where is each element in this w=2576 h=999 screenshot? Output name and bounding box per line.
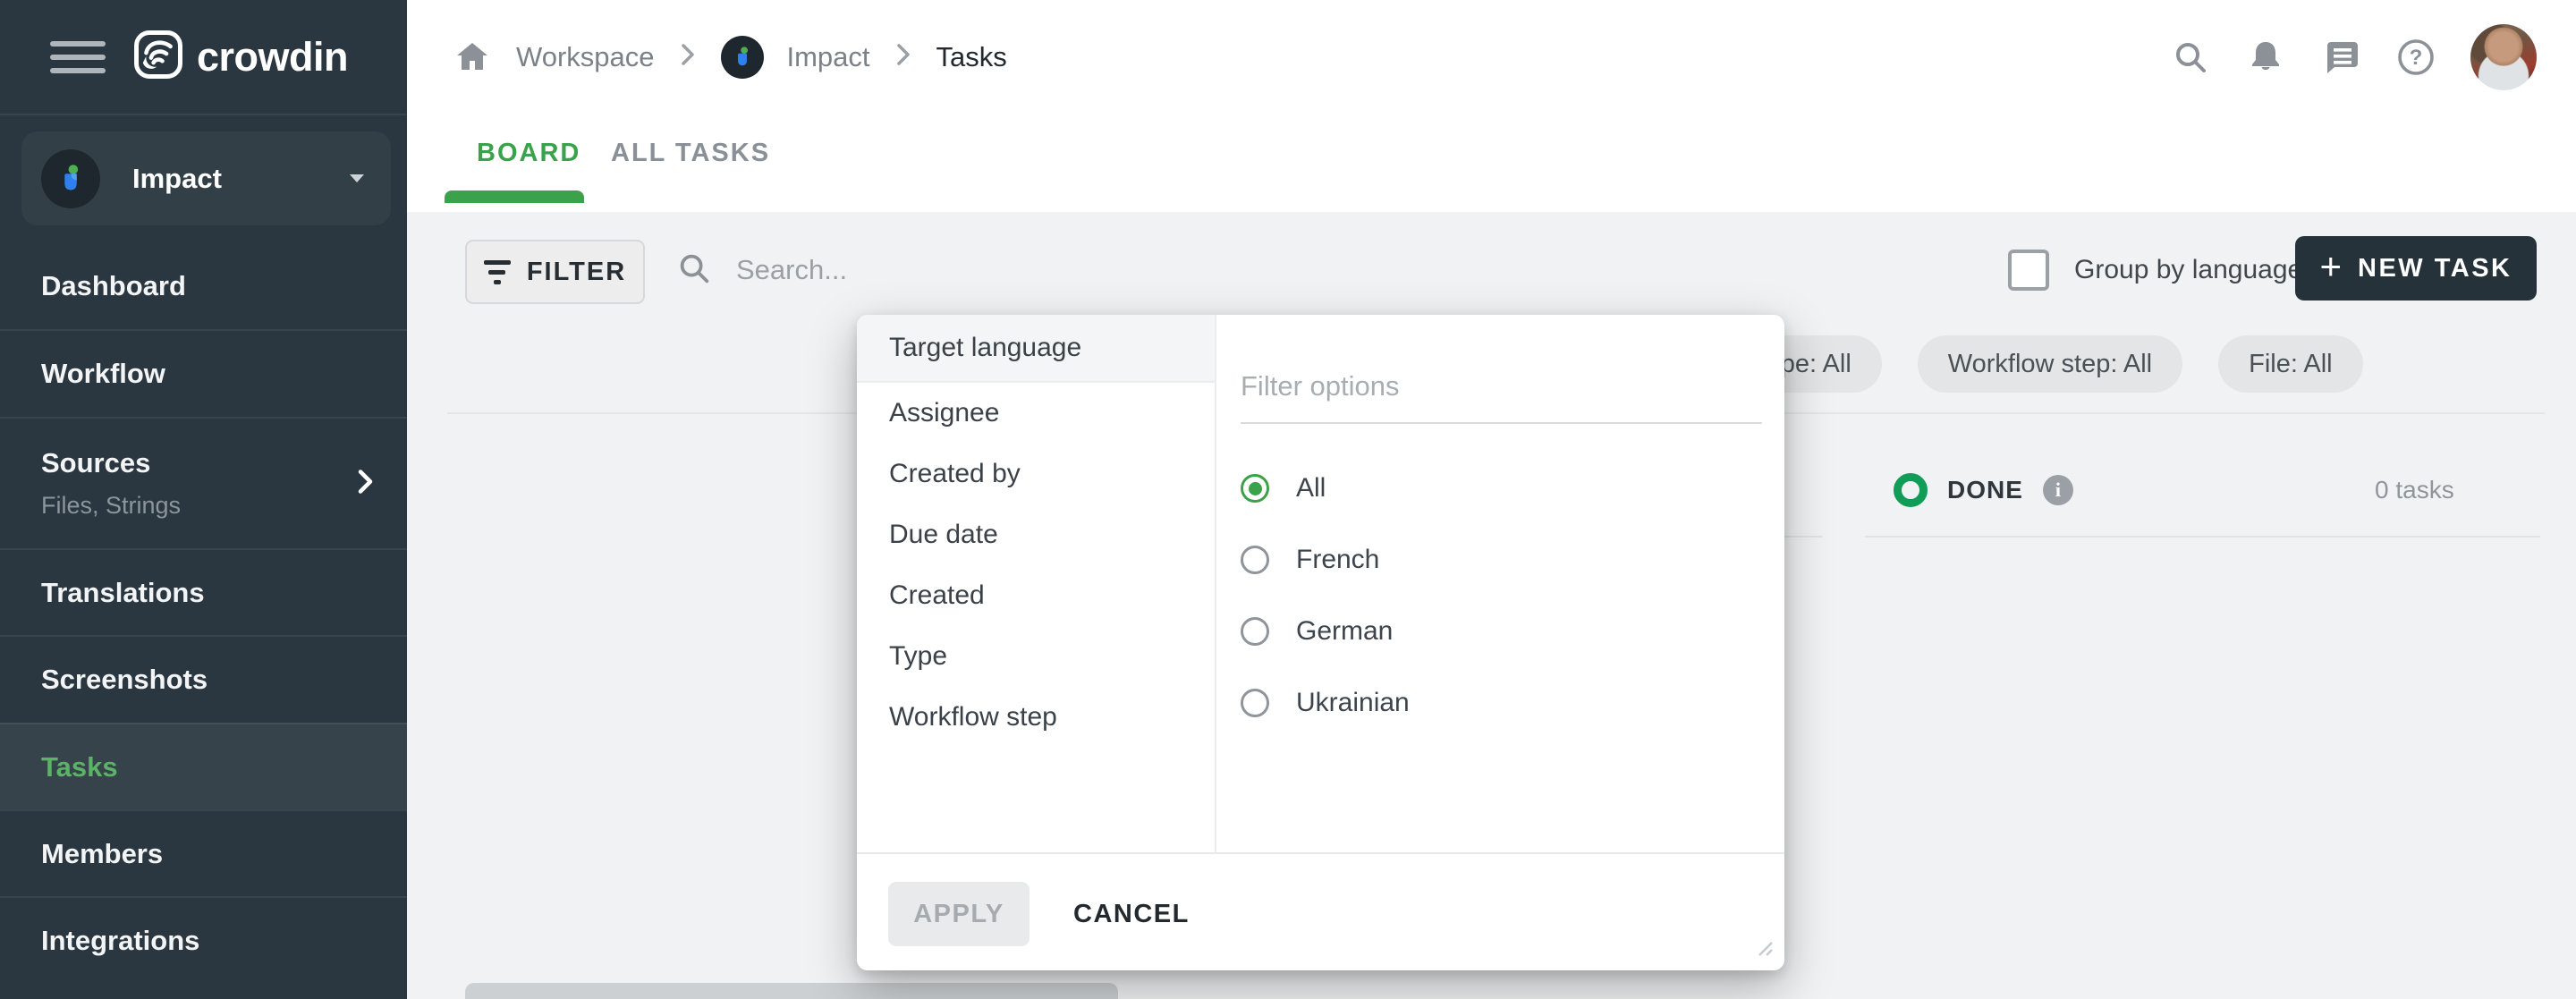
topbar: Workspace Impact Tasks: [407, 0, 2576, 114]
crowdin-logo[interactable]: crowdin: [132, 29, 348, 85]
filter-category-created-by[interactable]: Created by: [857, 444, 1215, 504]
main-area: Workspace Impact Tasks: [407, 0, 2576, 999]
filter-category-list: Target language Assignee Created by Due …: [857, 315, 1216, 852]
dropdown-footer: APPLY CANCEL: [857, 852, 1784, 970]
radio-icon: [1241, 617, 1269, 646]
radio-icon: [1241, 689, 1269, 717]
filter-button[interactable]: FILTER: [465, 240, 645, 304]
sidebar-item-members[interactable]: Members: [0, 809, 407, 896]
sidebar-header: crowdin: [0, 0, 407, 115]
radio-option-german[interactable]: German: [1241, 616, 1393, 647]
group-by-language-label: Group by language: [2074, 255, 2302, 285]
project-avatar-small: [721, 36, 764, 79]
radio-option-french[interactable]: French: [1241, 545, 1379, 575]
apply-button[interactable]: APPLY: [888, 882, 1030, 946]
radio-selected-icon: [1241, 474, 1269, 503]
radio-icon: [1241, 546, 1269, 574]
filter-dropdown: Target language Assignee Created by Due …: [857, 315, 1784, 970]
chevron-right-icon: [678, 39, 698, 74]
crowdin-logo-icon: [132, 29, 184, 85]
svg-text:?: ?: [2410, 46, 2423, 70]
sidebar-item-translations[interactable]: Translations: [0, 548, 407, 635]
radio-option-all[interactable]: All: [1241, 473, 1326, 504]
sidebar-item-integrations[interactable]: Integrations: [0, 896, 407, 984]
breadcrumb: Workspace Impact Tasks: [452, 36, 1007, 79]
done-status-icon: [1894, 473, 1928, 507]
filter-category-created[interactable]: Created: [857, 565, 1215, 626]
hamburger-menu-icon[interactable]: [50, 41, 106, 73]
filter-options-input[interactable]: [1241, 370, 1762, 424]
search-input[interactable]: [734, 253, 1114, 287]
filter-options-panel: All French German Ukrainian: [1216, 315, 1784, 852]
column-done-count: 0 tasks: [2375, 465, 2454, 515]
search-icon: [675, 250, 713, 292]
active-tab-underline: [445, 190, 584, 203]
sidebar-nav: Dashboard Workflow Sources Files, String…: [0, 243, 407, 984]
filter-category-workflow-step[interactable]: Workflow step: [857, 687, 1215, 748]
sidebar-item-workflow[interactable]: Workflow: [0, 329, 407, 417]
sidebar: crowdin Impact Dashboard Workflow: [0, 0, 407, 999]
column-done-header: DONE i: [1894, 465, 2073, 515]
filter-category-due-date[interactable]: Due date: [857, 504, 1215, 565]
column-divider: [1865, 536, 2540, 538]
project-selector[interactable]: Impact: [21, 131, 391, 225]
plus-icon: +: [2319, 248, 2342, 285]
radio-option-ukrainian[interactable]: Ukrainian: [1241, 688, 1410, 718]
chip-file[interactable]: File: All: [2218, 335, 2362, 393]
help-icon[interactable]: ?: [2395, 37, 2436, 78]
messages-chat-icon[interactable]: [2320, 37, 2361, 78]
crowdin-wordmark: crowdin: [197, 34, 348, 80]
sidebar-item-dashboard[interactable]: Dashboard: [0, 243, 407, 329]
chevron-down-icon: [350, 174, 364, 182]
group-by-language-checkbox[interactable]: [2008, 250, 2049, 291]
chevron-right-icon: [894, 39, 913, 74]
filter-icon: [484, 260, 511, 284]
tab-all-tasks[interactable]: ALL TASKS: [611, 139, 770, 168]
task-search: [675, 240, 1114, 301]
breadcrumb-workspace[interactable]: Workspace: [516, 41, 655, 73]
cancel-button[interactable]: CANCEL: [1068, 882, 1195, 946]
user-avatar[interactable]: [2470, 24, 2537, 90]
filter-category-type[interactable]: Type: [857, 626, 1215, 687]
chip-workflow-step[interactable]: Workflow step: All: [1918, 335, 2182, 393]
tab-board[interactable]: BOARD: [477, 139, 580, 168]
chevron-right-icon: [355, 464, 377, 503]
task-card-peek: [465, 983, 1118, 999]
topbar-icons: ?: [2170, 0, 2537, 114]
sidebar-item-screenshots[interactable]: Screenshots: [0, 635, 407, 723]
project-avatar: [41, 149, 100, 208]
resize-handle-icon[interactable]: [1750, 934, 1774, 961]
new-task-button[interactable]: + NEW TASK: [2295, 236, 2537, 301]
sidebar-item-tasks[interactable]: Tasks: [0, 723, 407, 809]
crowdin-tasks-page: crowdin Impact Dashboard Workflow: [0, 0, 2576, 999]
filter-category-assignee[interactable]: Assignee: [857, 383, 1215, 444]
breadcrumb-tasks: Tasks: [936, 41, 1007, 73]
info-icon[interactable]: i: [2043, 475, 2073, 505]
home-icon[interactable]: [452, 37, 493, 78]
group-by-language: Group by language: [2008, 240, 2302, 301]
sidebar-item-sources[interactable]: Sources Files, Strings: [0, 417, 407, 548]
notifications-bell-icon[interactable]: [2245, 37, 2286, 78]
sources-sublabel: Files, Strings: [41, 492, 407, 520]
filter-category-target-language[interactable]: Target language: [857, 315, 1215, 383]
project-name: Impact: [132, 163, 350, 195]
breadcrumb-impact[interactable]: Impact: [787, 41, 870, 73]
search-icon[interactable]: [2170, 37, 2211, 78]
tabs-bar: BOARD ALL TASKS: [407, 114, 2576, 212]
